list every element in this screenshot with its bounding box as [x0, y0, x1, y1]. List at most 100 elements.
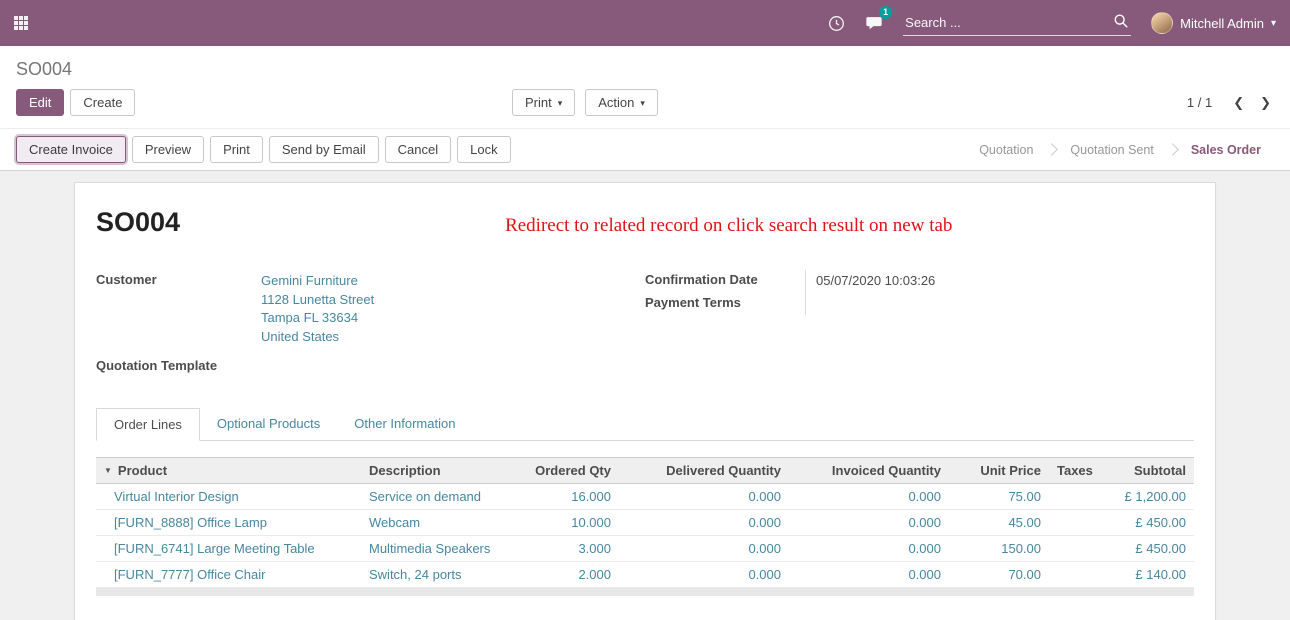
preview-button[interactable]: Preview [132, 136, 204, 163]
order-line-delivered-qty: 0.000 [619, 484, 789, 510]
order-line-product: [FURN_8888] Office Lamp [96, 510, 361, 536]
confirmation-date-label: Confirmation Date [645, 270, 805, 293]
customer-label: Customer [96, 270, 251, 348]
search-input[interactable] [903, 10, 1131, 36]
tab-order-lines[interactable]: Order Lines [96, 408, 200, 441]
order-line-row[interactable]: [FURN_7777] Office Chair Switch, 24 port… [96, 562, 1194, 588]
order-line-ordered-qty: 16.000 [516, 484, 619, 510]
pager-previous-icon[interactable]: ❮ [1230, 95, 1247, 111]
order-line-unit-price: 45.00 [949, 510, 1049, 536]
order-line-subtotal: £ 140.00 [1105, 562, 1194, 588]
order-line-ordered-qty: 10.000 [516, 510, 619, 536]
column-header-description[interactable]: Description [361, 458, 516, 484]
table-footer-strip [96, 588, 1194, 596]
create-invoice-button[interactable]: Create Invoice [16, 136, 126, 163]
statusbar-arrow-icon [1166, 143, 1179, 156]
order-line-description: Multimedia Speakers [361, 536, 516, 562]
user-name: Mitchell Admin [1180, 16, 1264, 31]
order-line-product: [FURN_7777] Office Chair [96, 562, 361, 588]
statusbar-state-sales-order[interactable]: Sales Order [1178, 139, 1274, 161]
order-line-row[interactable]: [FURN_6741] Large Meeting Table Multimed… [96, 536, 1194, 562]
statusbar-state-quotation[interactable]: Quotation [966, 139, 1046, 161]
customer-address-line: Tampa FL 33634 [261, 309, 374, 328]
customer-link[interactable]: Gemini Furniture [261, 272, 374, 291]
payment-terms-value [805, 293, 1194, 315]
order-line-invoiced-qty: 0.000 [789, 562, 949, 588]
column-header-product[interactable]: ▼Product [96, 458, 361, 484]
search-icon[interactable] [1113, 13, 1129, 34]
print-dropdown-button[interactable]: Print▾ [512, 89, 575, 116]
order-line-description: Webcam [361, 510, 516, 536]
edit-button[interactable]: Edit [16, 89, 64, 116]
order-line-product: Virtual Interior Design [96, 484, 361, 510]
avatar [1151, 12, 1173, 34]
notebook-tabs: Order Lines Optional Products Other Info… [96, 408, 1194, 441]
column-header-ordered-qty[interactable]: Ordered Qty [516, 458, 619, 484]
confirmation-date-value: 05/07/2020 10:03:26 [805, 270, 1194, 293]
order-line-invoiced-qty: 0.000 [789, 484, 949, 510]
order-line-unit-price: 150.00 [949, 536, 1049, 562]
column-header-unit-price[interactable]: Unit Price [949, 458, 1049, 484]
chevron-down-icon: ▾ [640, 98, 645, 109]
apps-menu-icon[interactable] [14, 16, 28, 30]
user-menu[interactable]: Mitchell Admin ▾ [1151, 12, 1276, 34]
order-line-subtotal: £ 1,200.00 [1105, 484, 1194, 510]
order-line-ordered-qty: 3.000 [516, 536, 619, 562]
order-line-unit-price: 70.00 [949, 562, 1049, 588]
cancel-button[interactable]: Cancel [385, 136, 451, 163]
field-group-right: Confirmation Date 05/07/2020 10:03:26 Pa… [645, 270, 1194, 378]
column-header-delivered-quantity[interactable]: Delivered Quantity [619, 458, 789, 484]
sort-desc-icon: ▼ [104, 466, 112, 475]
breadcrumb: SO004 [0, 46, 1290, 89]
table-header-row: ▼Product Description Ordered Qty Deliver… [96, 458, 1194, 484]
customer-address-line: 1128 Lunetta Street [261, 291, 374, 310]
activity-clock-icon[interactable] [828, 15, 845, 32]
field-group-left: Customer Gemini Furniture 1128 Lunetta S… [96, 270, 645, 378]
action-dropdown-button[interactable]: Action▾ [585, 89, 658, 116]
quotation-template-value [251, 356, 261, 378]
messages-chat-icon[interactable]: 1 [865, 14, 883, 32]
order-line-subtotal: £ 450.00 [1105, 510, 1194, 536]
quotation-template-label: Quotation Template [96, 356, 251, 378]
pager-next-icon[interactable]: ❯ [1257, 95, 1274, 111]
column-header-taxes[interactable]: Taxes [1049, 458, 1105, 484]
customer-value: Gemini Furniture 1128 Lunetta Street Tam… [251, 270, 374, 348]
column-header-invoiced-quantity[interactable]: Invoiced Quantity [789, 458, 949, 484]
create-button[interactable]: Create [70, 89, 135, 116]
order-line-description: Service on demand [361, 484, 516, 510]
order-line-description: Switch, 24 ports [361, 562, 516, 588]
order-line-taxes [1049, 510, 1105, 536]
order-line-delivered-qty: 0.000 [619, 536, 789, 562]
order-line-row[interactable]: [FURN_8888] Office Lamp Webcam 10.000 0.… [96, 510, 1194, 536]
lock-button[interactable]: Lock [457, 136, 510, 163]
form-view-content: SO004 Redirect to related record on clic… [0, 171, 1290, 620]
page-title: SO004 [96, 207, 180, 238]
statusbar: Create Invoice Preview Print Send by Ema… [0, 128, 1290, 171]
order-line-taxes [1049, 536, 1105, 562]
column-header-subtotal[interactable]: Subtotal [1105, 458, 1194, 484]
tab-other-information[interactable]: Other Information [337, 408, 472, 440]
statusbar-state-quotation-sent[interactable]: Quotation Sent [1057, 139, 1166, 161]
order-line-taxes [1049, 484, 1105, 510]
send-by-email-button[interactable]: Send by Email [269, 136, 379, 163]
order-line-row[interactable]: Virtual Interior Design Service on deman… [96, 484, 1194, 510]
order-line-ordered-qty: 2.000 [516, 562, 619, 588]
order-line-delivered-qty: 0.000 [619, 510, 789, 536]
payment-terms-label: Payment Terms [645, 293, 805, 315]
nav-search [903, 10, 1131, 36]
order-line-subtotal: £ 450.00 [1105, 536, 1194, 562]
pager-count: 1 / 1 [1187, 95, 1212, 110]
chevron-down-icon: ▾ [1271, 18, 1276, 29]
control-panel: SO004 Edit Create Print▾ Action▾ 1 / 1 ❮… [0, 46, 1290, 171]
order-line-invoiced-qty: 0.000 [789, 510, 949, 536]
customer-address-line: United States [261, 328, 374, 347]
order-line-invoiced-qty: 0.000 [789, 536, 949, 562]
order-line-taxes [1049, 562, 1105, 588]
order-line-product: [FURN_6741] Large Meeting Table [96, 536, 361, 562]
form-sheet: SO004 Redirect to related record on clic… [74, 182, 1216, 620]
tab-optional-products[interactable]: Optional Products [200, 408, 337, 440]
print-button[interactable]: Print [210, 136, 263, 163]
top-nav-bar: 1 Mitchell Admin ▾ [0, 0, 1290, 46]
annotation-text: Redirect to related record on click sear… [505, 215, 952, 237]
order-lines-table: ▼Product Description Ordered Qty Deliver… [96, 457, 1194, 588]
